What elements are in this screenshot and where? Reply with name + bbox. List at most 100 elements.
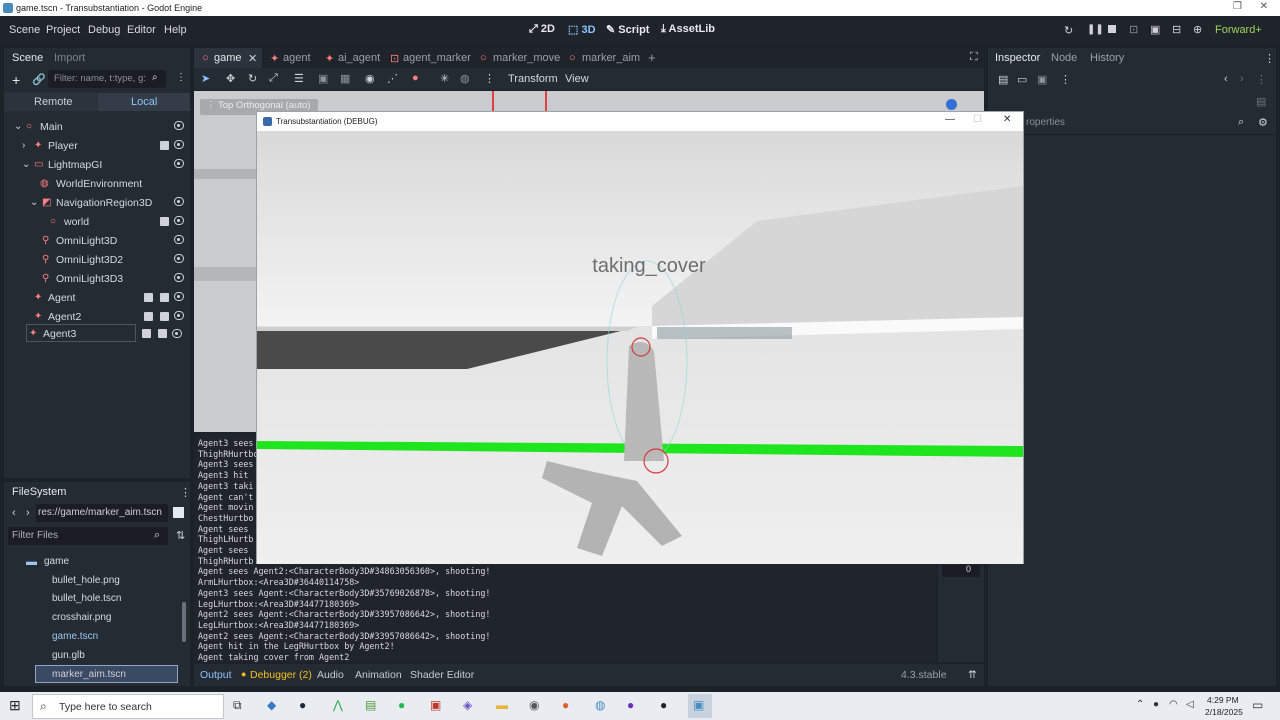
open-scene-icon[interactable] xyxy=(160,293,169,302)
tab-marker-aim[interactable]: marker_aim xyxy=(582,52,640,64)
open-folder-icon[interactable]: ▭ xyxy=(1017,73,1027,86)
open-scene-icon[interactable] xyxy=(160,141,169,150)
output-filter-field[interactable]: 0 xyxy=(942,564,980,577)
app-icon[interactable]: ● xyxy=(627,698,634,712)
fs-folder-game[interactable]: game xyxy=(44,556,69,567)
workspace-3d-button[interactable]: ⬚ 3D xyxy=(568,23,596,36)
tab-animation[interactable]: Animation xyxy=(355,669,402,681)
clapper-icon[interactable] xyxy=(144,312,153,321)
tree-node-agent[interactable]: ✦ Agent xyxy=(10,289,190,307)
tab-game[interactable]: ○ game ✕ xyxy=(194,48,262,68)
settings-icon[interactable]: ⚙ xyxy=(1258,116,1268,129)
tree-node-omnilight3d3[interactable]: ⚲ OmniLight3D3 xyxy=(10,270,190,288)
tree-node-agent3-selected[interactable]: ✦ Agent3 xyxy=(26,324,136,342)
tab-agent-marker[interactable]: agent_marker xyxy=(403,52,471,64)
tab-import[interactable]: Import xyxy=(54,52,85,64)
firefox-icon[interactable]: ● xyxy=(562,698,569,712)
camera-icon[interactable]: ● xyxy=(412,72,419,84)
visibility-eye-icon[interactable] xyxy=(174,292,184,301)
filter-files-input[interactable]: Filter Files xyxy=(8,527,168,545)
task-view-icon[interactable]: ⧉ xyxy=(233,698,242,713)
menu-project[interactable]: Project xyxy=(46,24,80,36)
rotate-tool-icon[interactable]: ↻ xyxy=(248,72,257,85)
taskbar-app-icon[interactable]: ◆ xyxy=(267,698,276,712)
tree-node-omnilight3d2[interactable]: ⚲ OmniLight3D2 xyxy=(10,251,190,269)
group-icon[interactable]: ▦ xyxy=(340,72,350,85)
save-icon[interactable]: ▣ xyxy=(1037,73,1047,86)
snap-icon[interactable]: ⋰ xyxy=(387,72,398,85)
menu-editor[interactable]: Editor xyxy=(127,24,156,36)
close-tab-icon[interactable]: ✕ xyxy=(248,52,257,65)
add-tab-icon[interactable]: + xyxy=(648,50,656,65)
inspector-filter-input[interactable]: roperties xyxy=(1026,117,1065,128)
volume-icon[interactable]: ◁ xyxy=(1186,699,1194,710)
stop-icon[interactable] xyxy=(1108,25,1116,33)
folder-icon[interactable]: ▬ xyxy=(496,698,508,712)
distraction-free-icon[interactable]: ⛶ xyxy=(970,51,978,64)
visibility-eye-icon[interactable] xyxy=(174,197,184,206)
maximize-icon[interactable]: ☐ xyxy=(973,114,982,125)
microphone-icon[interactable]: ● xyxy=(1153,699,1159,710)
workspace-assetlib-button[interactable]: ⤓ AssetLib xyxy=(661,23,715,36)
network-icon[interactable]: ◠ xyxy=(1169,699,1178,710)
tree-node-world[interactable]: ○ world xyxy=(10,213,190,231)
link-icon[interactable]: 🔗 xyxy=(32,73,46,86)
tree-node-navigationregion3d[interactable]: ⌄ ◩ NavigationRegion3D xyxy=(10,194,190,212)
visibility-eye-icon[interactable] xyxy=(174,311,184,320)
fs-file-crosshair-png[interactable]: crosshair.png xyxy=(52,612,111,623)
tree-node-player[interactable]: › ✦ Player xyxy=(10,137,190,155)
sun-icon[interactable]: ✳ xyxy=(440,72,449,85)
tray-chevron-icon[interactable]: ⌃ xyxy=(1136,699,1144,710)
filesystem-path-input[interactable]: res://game/marker_aim.tscn xyxy=(36,504,168,522)
tab-shader-editor[interactable]: Shader Editor xyxy=(410,669,474,681)
fs-file-game-tscn[interactable]: game.tscn xyxy=(52,631,98,642)
pin-panel-icon[interactable]: ⇈ xyxy=(968,669,977,681)
new-resource-icon[interactable]: ▤ xyxy=(998,73,1008,86)
renderer-select[interactable]: Forward+ xyxy=(1215,24,1262,36)
pdf-icon[interactable]: ▣ xyxy=(430,698,441,712)
restore-window-icon[interactable]: ❐ xyxy=(1233,1,1242,12)
remote-tab[interactable]: Remote xyxy=(4,93,98,111)
active-godot-taskbar-item[interactable]: ▣ xyxy=(688,694,712,718)
notepad-icon[interactable]: ▤ xyxy=(365,698,376,712)
tree-node-worldenvironment[interactable]: ◍ WorldEnvironment xyxy=(10,175,190,193)
godot-icon[interactable]: ◍ xyxy=(595,698,605,712)
visibility-eye-icon[interactable] xyxy=(174,216,184,225)
menu-scene[interactable]: Scene xyxy=(9,24,40,36)
open-scene-icon[interactable] xyxy=(158,329,167,338)
visibility-eye-icon[interactable] xyxy=(174,140,184,149)
select-tool-icon[interactable]: ➤ xyxy=(201,72,210,85)
environment-icon[interactable]: ◍ xyxy=(460,72,470,85)
forward-icon[interactable]: › xyxy=(26,507,30,519)
list-tool-icon[interactable]: ☰ xyxy=(294,72,304,85)
close-icon[interactable]: ✕ xyxy=(1003,114,1011,125)
tree-node-lightmapgi[interactable]: ⌄ ▭ LightmapGI xyxy=(10,156,190,174)
windows-start-icon[interactable]: ⊞ xyxy=(9,697,21,714)
visibility-eye-icon[interactable] xyxy=(174,121,184,130)
sort-icon[interactable]: ⇅ xyxy=(176,529,185,542)
scene-filter-input[interactable]: Filter: name, t:type, g: xyxy=(48,70,166,88)
split-view-icon[interactable] xyxy=(173,507,184,518)
menu-help[interactable]: Help xyxy=(164,24,187,36)
minimize-icon[interactable]: — xyxy=(945,114,955,125)
tab-node[interactable]: Node xyxy=(1051,52,1077,64)
blender-icon[interactable]: ◉ xyxy=(529,698,539,712)
app-icon[interactable]: ⋀ xyxy=(333,698,343,712)
kebab-menu-icon[interactable]: ⋮ xyxy=(484,72,495,85)
tab-debugger[interactable]: Debugger (2) xyxy=(250,669,312,681)
reload-icon[interactable]: ↻ xyxy=(1064,24,1073,37)
workspace-2d-button[interactable]: ⤢ 2D xyxy=(529,23,555,36)
fs-file-marker-aim-tscn[interactable]: marker_aim.tscn xyxy=(35,665,178,683)
fs-file-bullet-hole-tscn[interactable]: bullet_hole.tscn xyxy=(52,593,122,604)
clock-time[interactable]: 4:29 PM xyxy=(1207,695,1239,705)
local-tab[interactable]: Local xyxy=(98,93,190,111)
notifications-icon[interactable]: ▭ xyxy=(1252,698,1263,712)
history-forward-icon[interactable]: › xyxy=(1240,73,1244,85)
pause-icon[interactable]: ❚❚ xyxy=(1087,24,1104,35)
kebab-menu-icon[interactable]: ⋮ xyxy=(1060,73,1071,86)
spotify-icon[interactable]: ● xyxy=(398,698,405,712)
play-scene-icon[interactable]: ▣ xyxy=(1150,23,1160,36)
tab-output[interactable]: Output xyxy=(200,669,232,681)
clock-date[interactable]: 2/18/2025 xyxy=(1205,707,1243,717)
tab-scene[interactable]: Scene xyxy=(12,52,43,64)
